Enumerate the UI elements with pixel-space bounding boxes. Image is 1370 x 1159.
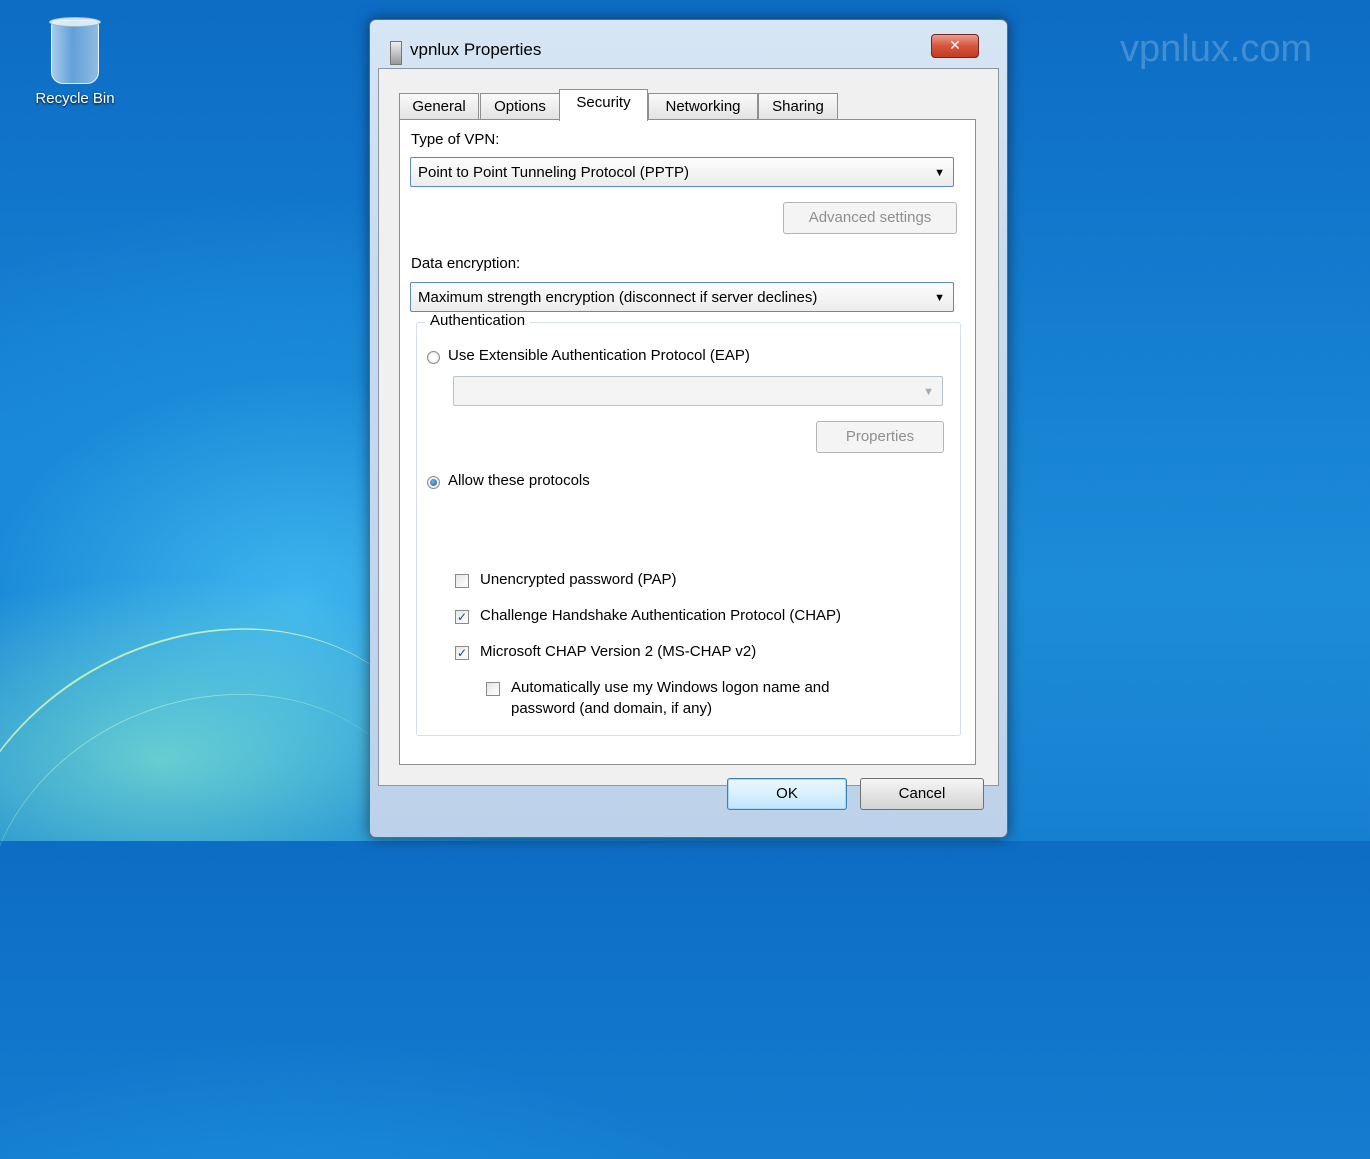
vpn-type-value: Point to Point Tunneling Protocol (PPTP) xyxy=(418,164,689,181)
tab-sharing[interactable]: Sharing xyxy=(758,93,838,120)
data-encryption-dropdown[interactable]: Maximum strength encryption (disconnect … xyxy=(410,282,954,312)
chap-checkbox[interactable]: ✓ xyxy=(455,610,469,624)
chevron-down-icon: ▼ xyxy=(934,292,945,304)
allow-protocols-radio[interactable] xyxy=(427,476,440,489)
vpn-type-dropdown[interactable]: Point to Point Tunneling Protocol (PPTP)… xyxy=(410,157,954,187)
eap-label[interactable]: Use Extensible Authentication Protocol (… xyxy=(448,347,750,364)
vpn-type-label: Type of VPN: xyxy=(411,131,500,148)
window-title: vpnlux Properties xyxy=(410,40,542,59)
auto-logon-label-line2[interactable]: password (and domain, if any) xyxy=(511,700,712,717)
recycle-bin-shortcut[interactable]: Recycle Bin xyxy=(30,17,120,107)
chevron-down-icon: ▼ xyxy=(923,386,934,398)
pap-label[interactable]: Unencrypted password (PAP) xyxy=(480,571,676,588)
eap-radio[interactable] xyxy=(427,351,440,364)
authentication-group: Authentication Use Extensible Authentica… xyxy=(416,312,961,736)
tab-security[interactable]: Security xyxy=(559,89,648,121)
cancel-button[interactable]: Cancel xyxy=(860,778,984,810)
tab-networking[interactable]: Networking xyxy=(648,93,758,120)
recycle-bin-label: Recycle Bin xyxy=(35,90,115,107)
pap-checkbox[interactable] xyxy=(455,574,469,588)
close-icon: ✕ xyxy=(949,38,961,54)
mschapv2-checkbox[interactable]: ✓ xyxy=(455,646,469,660)
dialog-content: General Options Security Networking Shar… xyxy=(378,68,999,786)
properties-dialog: vpnlux Properties ✕ General Options Secu… xyxy=(369,19,1008,838)
recycle-bin-icon xyxy=(49,17,101,84)
checkmark-icon: ✓ xyxy=(456,646,468,660)
checkmark-icon: ✓ xyxy=(456,610,468,624)
close-button[interactable]: ✕ xyxy=(931,34,979,58)
data-encryption-label: Data encryption: xyxy=(411,255,521,272)
chevron-down-icon: ▼ xyxy=(934,167,945,179)
watermark: vpnlux.com xyxy=(1120,28,1313,70)
security-tab-panel: Type of VPN: Point to Point Tunneling Pr… xyxy=(399,119,976,765)
auto-logon-checkbox[interactable] xyxy=(486,682,500,696)
ok-button[interactable]: OK xyxy=(727,778,847,810)
eap-method-dropdown[interactable]: ▼ xyxy=(453,376,943,406)
mschapv2-label[interactable]: Microsoft CHAP Version 2 (MS-CHAP v2) xyxy=(480,643,756,660)
auto-logon-label-line1[interactable]: Automatically use my Windows logon name … xyxy=(511,679,830,696)
tab-options[interactable]: Options xyxy=(480,93,560,120)
eap-properties-button[interactable]: Properties xyxy=(816,421,944,453)
advanced-settings-button[interactable]: Advanced settings xyxy=(783,202,957,234)
chap-label[interactable]: Challenge Handshake Authentication Proto… xyxy=(480,607,841,624)
tab-general[interactable]: General xyxy=(399,93,479,120)
allow-protocols-label[interactable]: Allow these protocols xyxy=(448,472,590,489)
network-connection-icon xyxy=(390,41,402,65)
data-encryption-value: Maximum strength encryption (disconnect … xyxy=(418,289,818,306)
authentication-legend: Authentication xyxy=(425,312,531,329)
